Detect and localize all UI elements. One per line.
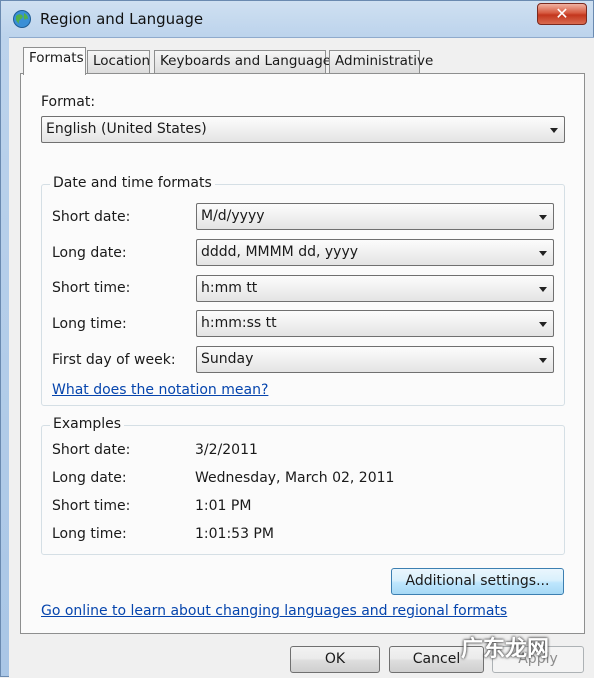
long-date-select[interactable]: dddd, MMMM dd, yyyy [196, 239, 554, 266]
example-long-date-label: Long date: [52, 470, 127, 486]
example-long-time-label: Long time: [52, 526, 127, 542]
example-long-date-value: Wednesday, March 02, 2011 [195, 470, 395, 486]
watermark-logo: 广东龙网 [461, 637, 550, 662]
tab-label: Keyboards and Languages [160, 53, 339, 69]
format-select[interactable]: English (United States) [41, 116, 565, 143]
window-title: Region and Language [40, 10, 204, 28]
example-short-date-value: 3/2/2011 [195, 442, 258, 458]
tab-location[interactable]: Location [87, 50, 150, 73]
example-short-time-label: Short time: [52, 498, 131, 514]
tab-formats[interactable]: Formats [23, 47, 86, 75]
first-day-of-week-select[interactable]: Sunday [196, 346, 554, 373]
format-select-value: English (United States) [46, 121, 207, 137]
chevron-down-icon [550, 128, 558, 133]
tab-administrative[interactable]: Administrative [329, 50, 433, 73]
short-time-select-value: h:mm tt [201, 280, 258, 296]
date-time-formats-title: Date and time formats [50, 175, 215, 191]
long-time-label: Long time: [52, 316, 127, 332]
chevron-down-icon [539, 322, 547, 327]
chevron-down-icon [539, 358, 547, 363]
date-time-formats-group: Date and time formats Short date: M/d/yy… [41, 175, 565, 406]
example-short-time-value: 1:01 PM [195, 498, 252, 514]
example-long-time-value: 1:01:53 PM [195, 526, 274, 542]
chevron-down-icon [539, 215, 547, 220]
short-time-label: Short time: [52, 280, 131, 296]
short-date-select[interactable]: M/d/yyyy [196, 203, 554, 230]
title-bar[interactable]: Region and Language ✕ [1, 1, 594, 39]
format-label: Format: [41, 94, 96, 110]
notation-help-link[interactable]: What does the notation mean? [52, 382, 268, 398]
globe-icon [13, 10, 31, 28]
example-short-date-label: Short date: [52, 442, 131, 458]
additional-settings-button[interactable]: Additional settings... [391, 568, 564, 595]
long-date-select-value: dddd, MMMM dd, yyyy [201, 244, 359, 260]
close-button[interactable]: ✕ [537, 3, 587, 25]
tab-label: Administrative [335, 53, 434, 69]
tab-keyboards-and-languages[interactable]: Keyboards and Languages [154, 50, 338, 73]
short-date-label: Short date: [52, 209, 131, 225]
region-language-window: Region and Language ✕ Formats Location K… [0, 0, 594, 678]
close-icon: ✕ [555, 4, 569, 23]
short-date-select-value: M/d/yyyy [201, 208, 265, 224]
chevron-down-icon [539, 287, 547, 292]
long-date-label: Long date: [52, 245, 127, 261]
tab-label: Formats [29, 50, 84, 66]
examples-title: Examples [50, 416, 125, 432]
first-day-of-week-label: First day of week: [52, 352, 176, 368]
online-help-link[interactable]: Go online to learn about changing langua… [41, 603, 507, 619]
ok-button[interactable]: OK [290, 646, 380, 673]
examples-group: Examples Short date: 3/2/2011 Long date:… [41, 416, 565, 555]
long-time-select-value: h:mm:ss tt [201, 315, 277, 331]
tab-label: Location [93, 53, 151, 69]
first-day-of-week-select-value: Sunday [201, 351, 254, 367]
formats-tab-panel: Format: English (United States) Date and… [20, 73, 585, 634]
chevron-down-icon [539, 251, 547, 256]
long-time-select[interactable]: h:mm:ss tt [196, 310, 554, 337]
short-time-select[interactable]: h:mm tt [196, 275, 554, 302]
